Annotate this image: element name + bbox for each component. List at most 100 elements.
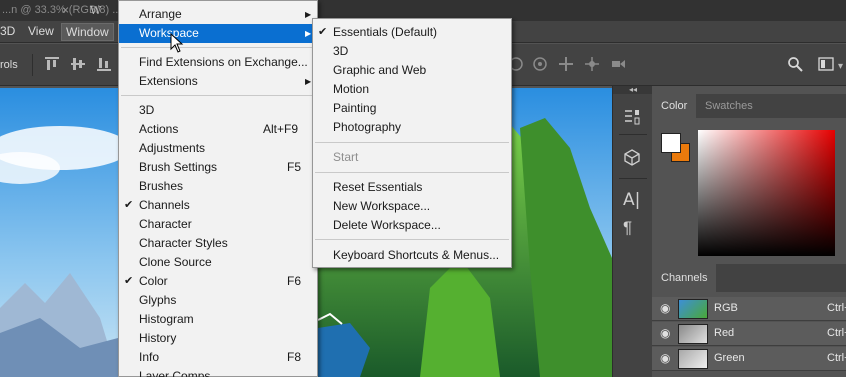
menu-item-essentials[interactable]: ✔ Essentials (Default)	[313, 23, 511, 42]
menu-item-reset-essentials[interactable]: Reset Essentials	[313, 178, 511, 197]
align-top-icon[interactable]	[44, 56, 60, 72]
submenu-arrow-icon: ▶	[305, 29, 312, 38]
menu-window[interactable]: Window	[61, 23, 114, 41]
menu-item-clone-source[interactable]: Clone Source	[119, 253, 317, 272]
collapse-panels-icon[interactable]: ◂◂	[613, 86, 653, 94]
align-bottom-icon[interactable]	[96, 56, 112, 72]
menu-item-workspace[interactable]: Workspace ▶	[119, 24, 317, 43]
visibility-eye-icon[interactable]: ◉	[660, 301, 670, 315]
options-label: rols	[0, 59, 18, 71]
menu-view[interactable]: View	[28, 24, 54, 38]
menu-item-label: Find Extensions on Exchange...	[139, 55, 308, 69]
checkmark-icon: ✔	[318, 26, 328, 38]
submenu-arrow-icon: ▶	[305, 10, 312, 19]
menu-separator	[121, 95, 315, 96]
color-panel-tabs: Color Swatches	[652, 94, 846, 118]
menu-item-label: Keyboard Shortcuts & Menus...	[333, 248, 500, 262]
channel-row-red[interactable]: ◉ Red Ctrl+	[652, 322, 846, 346]
menu-3d[interactable]: 3D	[0, 24, 15, 38]
channel-shortcut: Ctrl+	[827, 302, 846, 314]
panel-dock: ◂◂ A| ¶	[612, 86, 653, 377]
visibility-eye-icon[interactable]: ◉	[660, 326, 670, 340]
menu-item-label: 3D	[139, 103, 155, 117]
3d-roll-icon[interactable]	[532, 56, 548, 72]
align-vcenter-icon[interactable]	[70, 56, 86, 72]
menu-item-actions[interactable]: Actions Alt+F9	[119, 120, 317, 139]
channels-panel: Channels ◉ RGB Ctrl+ ◉ Red Ctrl+ ◉ Green…	[652, 264, 846, 377]
paragraph-panel-icon[interactable]: ¶	[623, 218, 632, 238]
menu-separator	[315, 239, 509, 240]
3d-slide-icon[interactable]	[584, 56, 600, 72]
menu-item-find-extensions[interactable]: Find Extensions on Exchange...	[119, 53, 317, 72]
dock-divider	[619, 134, 647, 135]
menu-item-painting[interactable]: Painting	[313, 99, 511, 118]
menu-item-keyboard-shortcuts[interactable]: Keyboard Shortcuts & Menus...	[313, 246, 511, 265]
tab-color[interactable]: Color	[652, 94, 697, 118]
workspace-switcher-icon[interactable]	[818, 56, 834, 72]
menu-item-label: Info	[139, 350, 160, 364]
3d-pan-icon[interactable]	[558, 56, 574, 72]
document-tab-glyph[interactable]: W	[90, 4, 108, 18]
foreground-color-swatch[interactable]	[661, 133, 681, 153]
channel-shortcut: Ctrl+	[827, 327, 846, 339]
menu-item-graphic-and-web[interactable]: Graphic and Web	[313, 61, 511, 80]
menu-item-shortcut: F8	[287, 350, 302, 364]
channel-thumbnail	[678, 299, 708, 319]
menu-item-histogram[interactable]: Histogram	[119, 310, 317, 329]
channel-row-green[interactable]: ◉ Green Ctrl+	[652, 347, 846, 371]
menu-item-brush-settings[interactable]: Brush Settings F5	[119, 158, 317, 177]
search-icon[interactable]	[787, 56, 803, 72]
color-picker-field[interactable]	[698, 130, 835, 256]
menu-separator	[121, 47, 315, 48]
menu-item-label: New Workspace...	[333, 199, 431, 213]
3d-cube-icon[interactable]	[623, 148, 641, 166]
menu-item-delete-workspace[interactable]: Delete Workspace...	[313, 216, 511, 235]
menu-item-label: Character Styles	[139, 236, 228, 250]
menu-item-label: Glyphs	[139, 293, 177, 307]
menu-item-label: Motion	[333, 82, 370, 96]
menu-item-label: Start	[333, 150, 359, 164]
workspace-dropdown-icon[interactable]: ▾	[838, 59, 843, 75]
menu-item-label: Character	[139, 217, 192, 231]
channel-row-rgb[interactable]: ◉ RGB Ctrl+	[652, 297, 846, 321]
menu-item-brushes[interactable]: Brushes	[119, 177, 317, 196]
menu-item-info[interactable]: Info F8	[119, 348, 317, 367]
menu-item-label: Brushes	[139, 179, 184, 193]
color-panel: Color Swatches	[652, 86, 846, 264]
tab-channels[interactable]: Channels	[652, 264, 717, 292]
menu-item-label: Clone Source	[139, 255, 212, 269]
menu-item-workspace-3d[interactable]: 3D	[313, 42, 511, 61]
close-tab-icon[interactable]: ×	[62, 3, 69, 17]
menu-item-color[interactable]: ✔ Color F6	[119, 272, 317, 291]
menu-item-shortcut: F6	[287, 274, 302, 288]
tab-swatches[interactable]: Swatches	[696, 94, 762, 118]
menu-item-layer-comps[interactable]: Layer Comps	[119, 367, 317, 377]
workspace-submenu: ✔ Essentials (Default) 3D Graphic and We…	[312, 18, 512, 268]
menu-item-character[interactable]: Character	[119, 215, 317, 234]
menu-item-new-workspace[interactable]: New Workspace...	[313, 197, 511, 216]
dock-divider	[619, 178, 647, 179]
menu-item-start: Start	[313, 148, 511, 167]
menu-item-extensions[interactable]: Extensions ▶	[119, 72, 317, 91]
menu-item-motion[interactable]: Motion	[313, 80, 511, 99]
menu-item-arrange[interactable]: Arrange ▶	[119, 5, 317, 24]
menu-item-3d[interactable]: 3D	[119, 101, 317, 120]
menu-item-label: Painting	[333, 101, 377, 115]
menu-item-glyphs[interactable]: Glyphs	[119, 291, 317, 310]
menu-item-label: Adjustments	[139, 141, 206, 155]
menu-item-character-styles[interactable]: Character Styles	[119, 234, 317, 253]
menu-item-adjustments[interactable]: Adjustments	[119, 139, 317, 158]
properties-icon[interactable]	[623, 108, 641, 126]
mouse-cursor-icon	[170, 33, 184, 53]
options-divider	[32, 54, 33, 76]
menu-item-history[interactable]: History	[119, 329, 317, 348]
menu-item-photography[interactable]: Photography	[313, 118, 511, 137]
channel-name: RGB	[714, 302, 738, 314]
3d-scale-icon[interactable]	[610, 56, 626, 72]
menu-item-channels[interactable]: ✔ Channels	[119, 196, 317, 215]
character-panel-icon[interactable]: A|	[623, 190, 640, 210]
menu-item-label: Color	[139, 274, 168, 288]
channel-name: Green	[714, 352, 745, 364]
visibility-eye-icon[interactable]: ◉	[660, 351, 670, 365]
channels-panel-tabs: Channels	[652, 264, 846, 292]
